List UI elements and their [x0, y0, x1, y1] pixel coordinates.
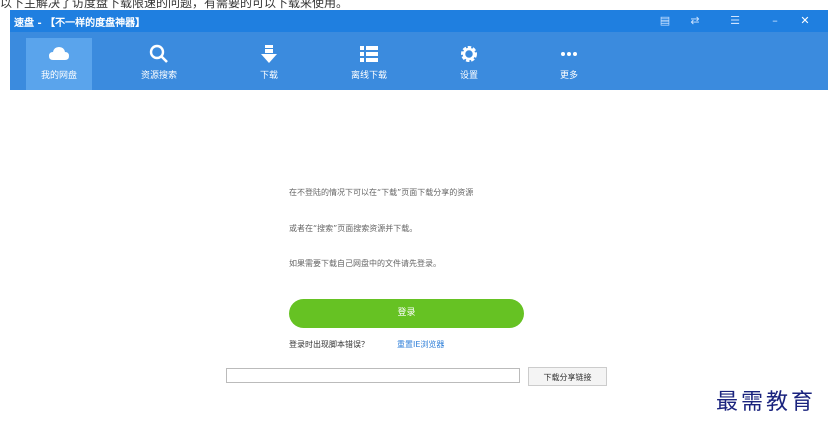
reset-ie-link[interactable]: 重置IE浏览器 [397, 339, 444, 350]
gear-icon [461, 46, 477, 62]
close-icon[interactable]: ✕ [796, 12, 814, 30]
tab-label: 下载 [259, 71, 278, 81]
tab-label: 资源搜索 [140, 71, 177, 81]
title-bar: 速盘 - 【不一样的度盘神器】 ▤ ⇄ ☰ – ✕ [10, 10, 828, 32]
watermark-logo: 最需教育 [716, 390, 817, 415]
info-text-line-1: 在不登陆的情况下可以在“下载”页面下载分享的资源 [289, 188, 474, 197]
tab-more[interactable]: 更多 [536, 38, 602, 90]
tab-resource-search[interactable]: 资源搜索 [126, 38, 192, 90]
share-link-input[interactable] [226, 368, 520, 383]
tab-label: 更多 [559, 71, 578, 81]
more-icon [561, 52, 577, 56]
tab-offline-download[interactable]: 离线下载 [336, 38, 402, 90]
main-toolbar: 我的网盘 资源搜索 下载 离线下载 设置 更多 [10, 32, 828, 90]
tab-label: 离线下载 [350, 71, 387, 81]
download-share-link-button[interactable]: 下载分享链接 [528, 367, 607, 386]
cloud-icon [49, 47, 69, 60]
window-title: 速盘 - 【不一样的度盘神器】 [14, 18, 146, 29]
menu-icon[interactable]: ☰ [726, 12, 744, 30]
script-error-hint: 登录时出现脚本错误？ [289, 340, 369, 349]
tab-download[interactable]: 下载 [236, 38, 302, 90]
tab-label: 设置 [459, 71, 478, 81]
minimize-icon[interactable]: – [766, 12, 784, 30]
info-text-line-3: 如果需要下载自己网盘中的文件请先登录。 [289, 259, 441, 268]
tab-settings[interactable]: 设置 [436, 38, 502, 90]
share-icon[interactable]: ⇄ [686, 12, 704, 30]
info-text-line-2: 或者在“搜索”页面搜索资源并下载。 [289, 224, 418, 233]
tab-label: 我的网盘 [40, 71, 77, 81]
login-button[interactable]: 登录 [289, 299, 524, 328]
list-icon [360, 46, 378, 62]
download-icon [261, 45, 277, 63]
feedback-icon[interactable]: ▤ [656, 12, 674, 30]
tab-my-disk[interactable]: 我的网盘 [26, 38, 92, 90]
search-icon [149, 44, 168, 63]
